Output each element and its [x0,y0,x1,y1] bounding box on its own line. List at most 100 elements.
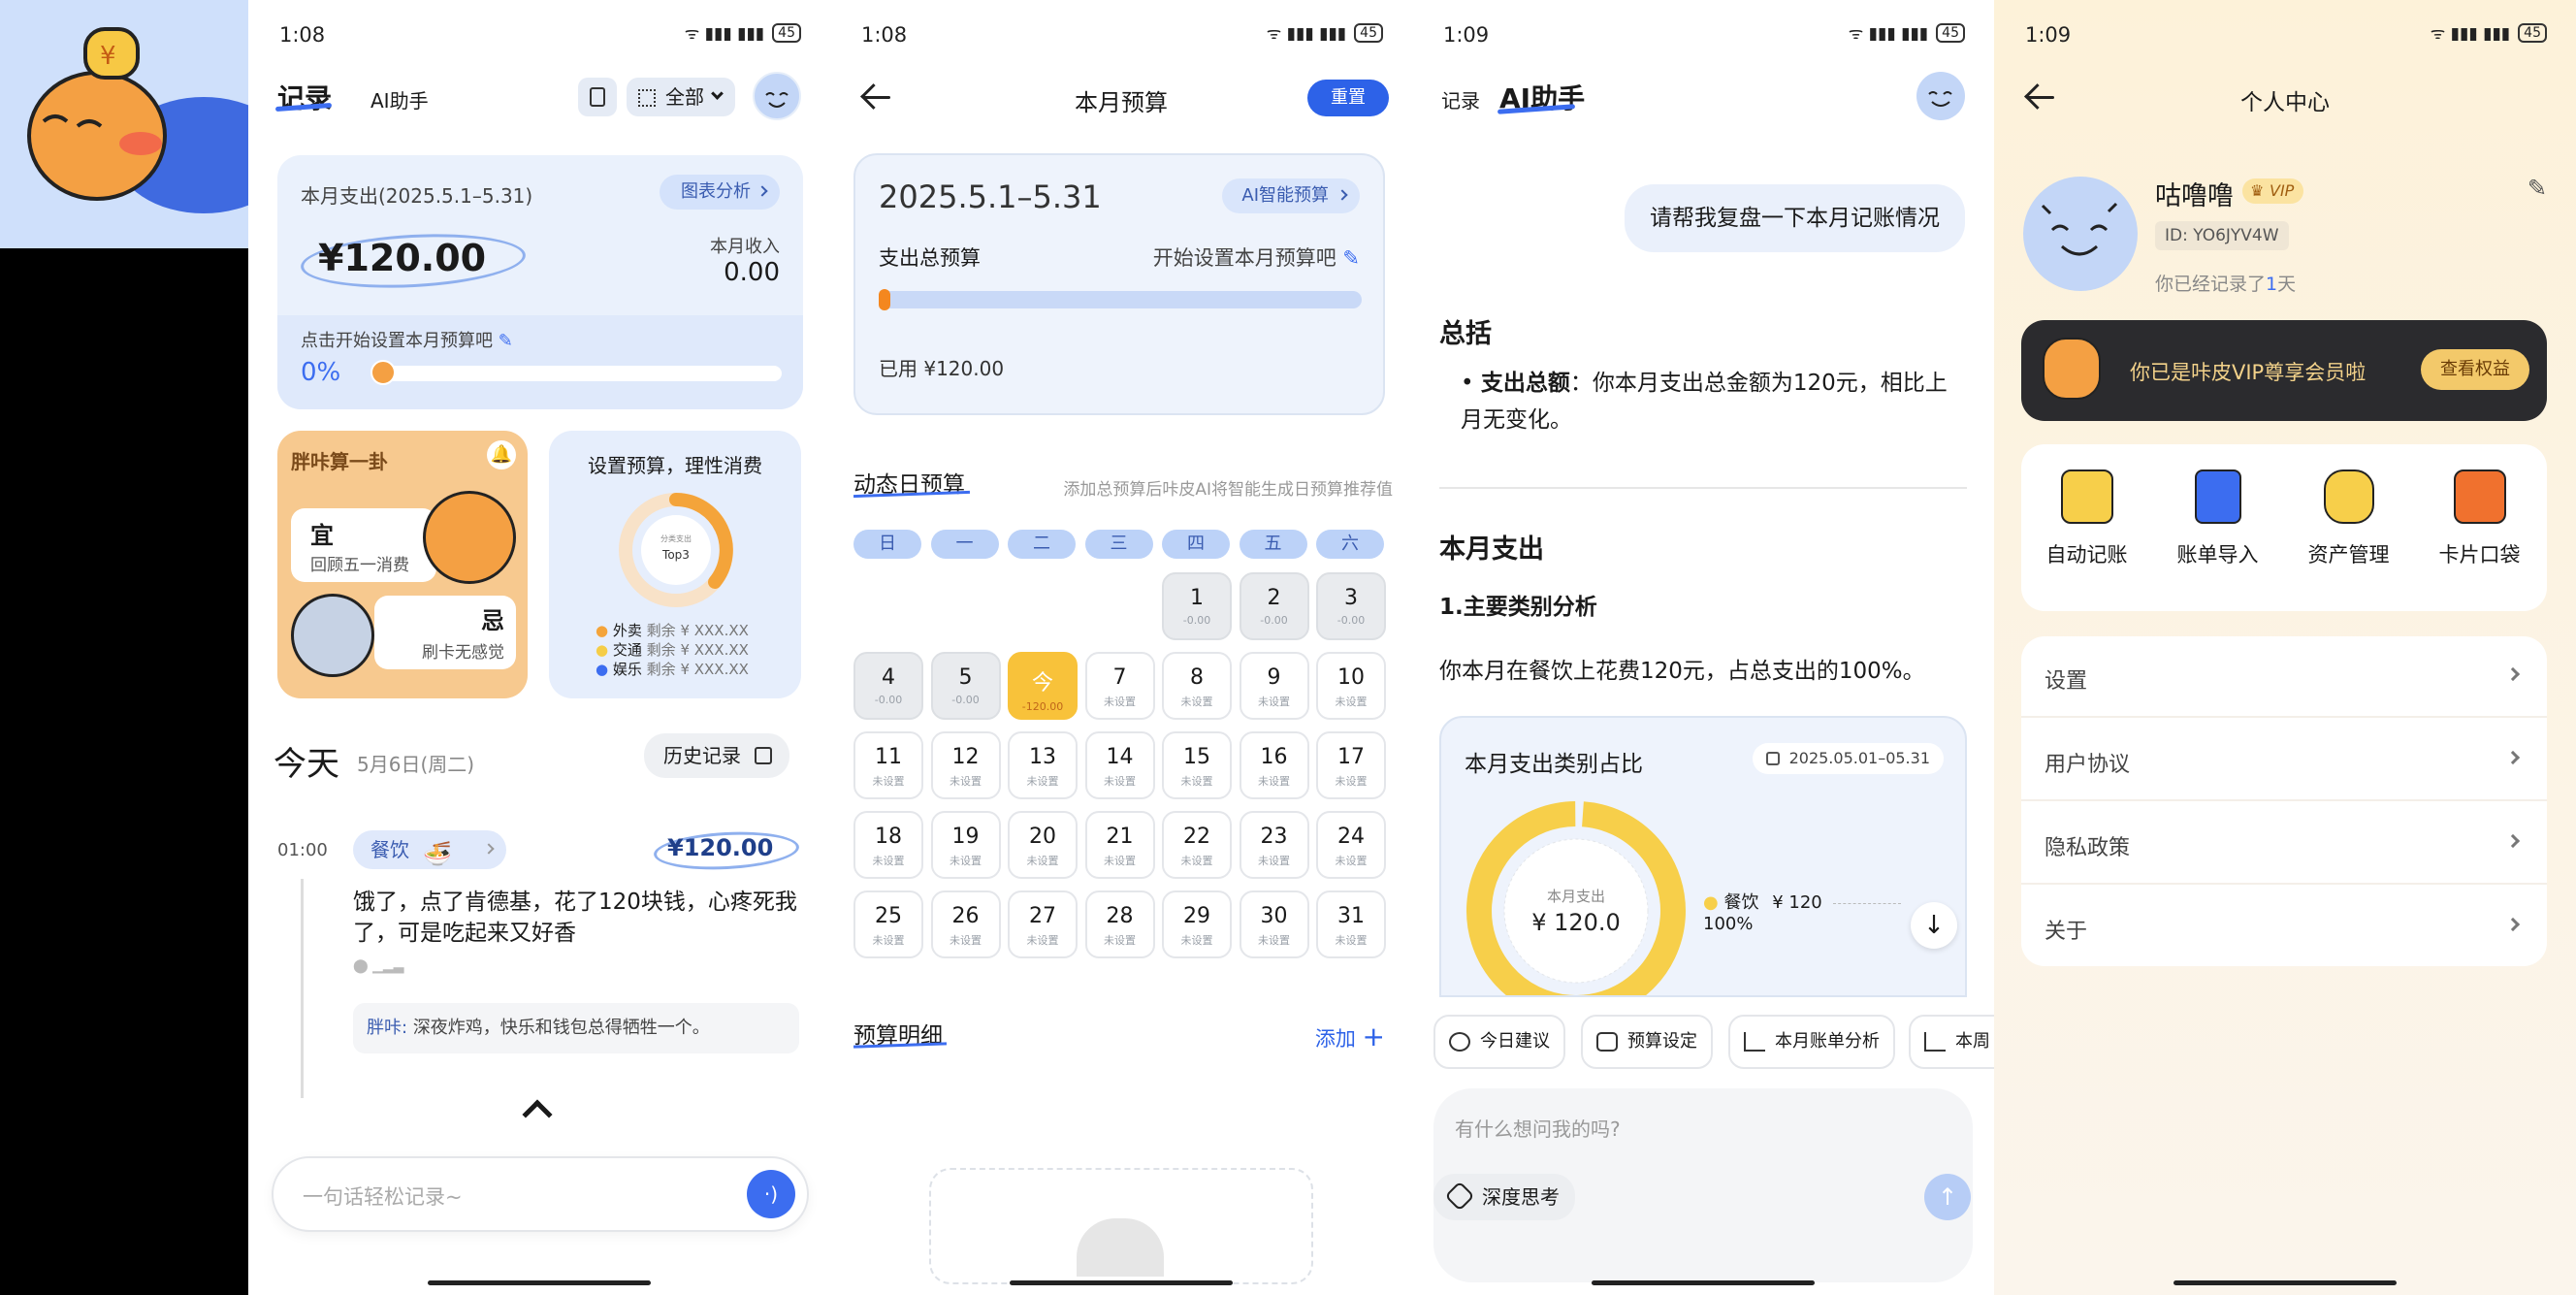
calendar-day-budget: 未设置 [950,934,982,947]
battery-icon: 45 [1354,22,1383,43]
book-icon[interactable] [578,78,617,116]
calendar-day[interactable]: 28 未设置 [1084,890,1155,958]
chip-weekly[interactable]: 本周 [1909,1015,1994,1069]
calendar-day-number: 16 [1260,745,1288,769]
calendar-day[interactable]: 23 未设置 [1239,811,1309,879]
menu-item-user-agreement[interactable]: 用户协议 [2021,720,2547,801]
expense-card[interactable]: 本月支出(2025.5.1–5.31) 图表分析 ¥120.00 本月收入 0.… [277,155,803,409]
chip-monthly-bill-analysis[interactable]: 本月账单分析 [1728,1015,1895,1069]
calendar-day[interactable]: 10 未设置 [1316,652,1386,720]
tab-ai-assistant[interactable]: AI助手 [370,85,429,113]
chip-budget-setting[interactable]: 预算设定 [1581,1015,1713,1069]
calendar-day[interactable]: 11 未设置 [853,731,923,799]
status-bar: 1:09 ᯤ ▮▮▮ ▮▮▮ 45 [1994,0,2576,68]
calendar-day[interactable]: 9 未设置 [1239,652,1309,720]
calendar-day[interactable]: 29 未设置 [1162,890,1232,958]
calendar-day[interactable]: 4 -0.00 [853,652,923,720]
calendar-day[interactable]: 27 未设置 [1008,890,1078,958]
edit-profile-icon[interactable]: ✎ [2528,175,2547,202]
scroll-down-button[interactable]: ↓ [1911,902,1957,949]
status-icons: ᯤ ▮▮▮ ▮▮▮ 45 [1849,21,1965,44]
budget-suggestion-card[interactable]: 设置预算，理性消费 分类支出 Top3 ● 外卖 剩余 ¥ XXX.XX ● 交… [549,431,801,698]
calendar-day[interactable]: 16 未设置 [1239,731,1309,799]
calendar-day[interactable]: 17 未设置 [1316,731,1386,799]
calendar-day-number: 24 [1337,825,1365,849]
calendar-day[interactable]: 24 未设置 [1316,811,1386,879]
weekday-label: 二 [1008,530,1076,559]
chevron-up-icon[interactable] [522,1099,553,1130]
signal-icon: ᯤ ▮▮▮ ▮▮▮ [2430,24,2511,44]
vip-banner[interactable]: 你已是咔皮VIP尊享会员啦 查看权益 [2021,320,2547,421]
analysis-paragraph: 你本月在餐饮上花费120元，占总支出的100%。 [1439,659,1925,684]
calendar-day-number: 15 [1183,745,1210,769]
budget-progress-track [879,291,1362,308]
calendar-day-budget: 未设置 [950,855,982,867]
menu-item-privacy-policy[interactable]: 隐私政策 [2021,803,2547,885]
calendar-day[interactable]: 18 未设置 [853,811,923,879]
ai-budget-button[interactable]: AI智能预算 [1222,178,1360,213]
calendar-day[interactable]: 26 未设置 [930,890,1001,958]
profile-avatar[interactable] [2023,177,2138,291]
calendar-day[interactable]: 12 未设置 [930,731,1001,799]
voice-input-button[interactable]: ·) [747,1170,795,1218]
view-benefits-button[interactable]: 查看权益 [2421,349,2529,390]
filter-dropdown[interactable]: 全部 [627,78,735,116]
calendar-day[interactable]: 22 未设置 [1162,811,1232,879]
chip-today-advice[interactable]: 今日建议 [1433,1015,1565,1069]
calendar-day[interactable]: 19 未设置 [930,811,1001,879]
ai-reply-name: 胖咔: [367,1018,408,1038]
month-expense-heading: 本月支出 [1439,534,1544,565]
calendar-day[interactable]: 2 -0.00 [1239,572,1309,640]
menu-item-settings[interactable]: 设置 [2021,636,2547,718]
ai-reply-text: 深夜炸鸡，快乐和钱包总得牺牲一个。 [412,1018,710,1038]
battery-icon: 45 [772,22,801,43]
status-time: 1:08 [279,23,326,47]
menu-item-about[interactable]: 关于 [2021,887,2547,966]
chart-analysis-button[interactable]: 图表分析 [660,175,780,210]
add-budget-button[interactable]: 添加 + [1315,1020,1385,1052]
calendar-day-number: 30 [1260,904,1288,928]
send-button[interactable]: ↑ [1924,1174,1971,1220]
budget-summary-card[interactable]: 2025.5.1–5.31 AI智能预算 支出总预算 开始设置本月预算吧 ✎ 已… [853,153,1385,415]
calendar-day[interactable]: 30 未设置 [1239,890,1309,958]
tab-record[interactable]: 记录 [1441,85,1480,113]
user-id-badge[interactable]: ID: YO6JYV4W [2155,221,2289,250]
set-budget-hint[interactable]: 开始设置本月预算吧 ✎ [1153,243,1360,272]
chevron-down-icon [711,87,724,100]
calendar-day[interactable]: 5 -0.00 [930,652,1001,720]
quick-record-input[interactable]: 一句话轻松记录~ ·) [272,1156,809,1232]
category-share-chart-card: 本月支出类别占比 2025.05.01–05.31 本月支出 ¥ 120.0 ● … [1439,716,1967,997]
chart-date-range[interactable]: 2025.05.01–05.31 [1752,743,1944,774]
calendar-day[interactable]: 20 未设置 [1008,811,1078,879]
tool-auto-record[interactable]: 自动记账 [2021,469,2152,568]
deep-think-toggle[interactable]: 深度思考 [1433,1174,1575,1220]
history-button[interactable]: 历史记录 [644,733,789,778]
calendar-day[interactable]: 8 未设置 [1162,652,1232,720]
home-indicator [1010,1280,1233,1285]
entry-category-tag[interactable]: 餐饮 🍜 [353,830,506,869]
calendar-day-number: 2 [1267,586,1281,610]
calendar-day[interactable]: 今 -120.00 [1008,652,1078,720]
calendar-day[interactable]: 25 未设置 [853,890,923,958]
avatar[interactable] [1916,72,1965,120]
calendar-day[interactable]: 21 未设置 [1084,811,1155,879]
ji-text: 刷卡无感觉 [422,643,504,663]
calendar-day[interactable]: 13 未设置 [1008,731,1078,799]
bell-icon[interactable]: 🔔 [487,440,516,469]
calendar-day[interactable]: 31 未设置 [1316,890,1386,958]
tool-bill-import[interactable]: 账单导入 [2152,469,2283,568]
ji-label: 忌 [481,607,504,634]
calendar-day[interactable]: 3 -0.00 [1316,572,1386,640]
budget-strip[interactable]: 点击开始设置本月预算吧 ✎ 0% [277,315,803,409]
reset-button[interactable]: 重置 [1307,80,1389,116]
calendar-day[interactable]: 7 未设置 [1084,652,1155,720]
tool-card-pocket[interactable]: 卡片口袋 [2414,469,2545,568]
fortune-card[interactable]: 胖咔算一卦 🔔 宜 回顾五一消费 忌 刷卡无感觉 [277,431,528,698]
calendar-day[interactable]: 1 -0.00 [1162,572,1232,640]
calendar-day-number: 21 [1106,825,1134,849]
budget-card-title: 设置预算，理性消费 [588,454,762,477]
calendar-day[interactable]: 15 未设置 [1162,731,1232,799]
tool-asset-management[interactable]: 资产管理 [2283,469,2414,568]
calendar-day[interactable]: 14 未设置 [1084,731,1155,799]
avatar[interactable] [753,72,801,120]
